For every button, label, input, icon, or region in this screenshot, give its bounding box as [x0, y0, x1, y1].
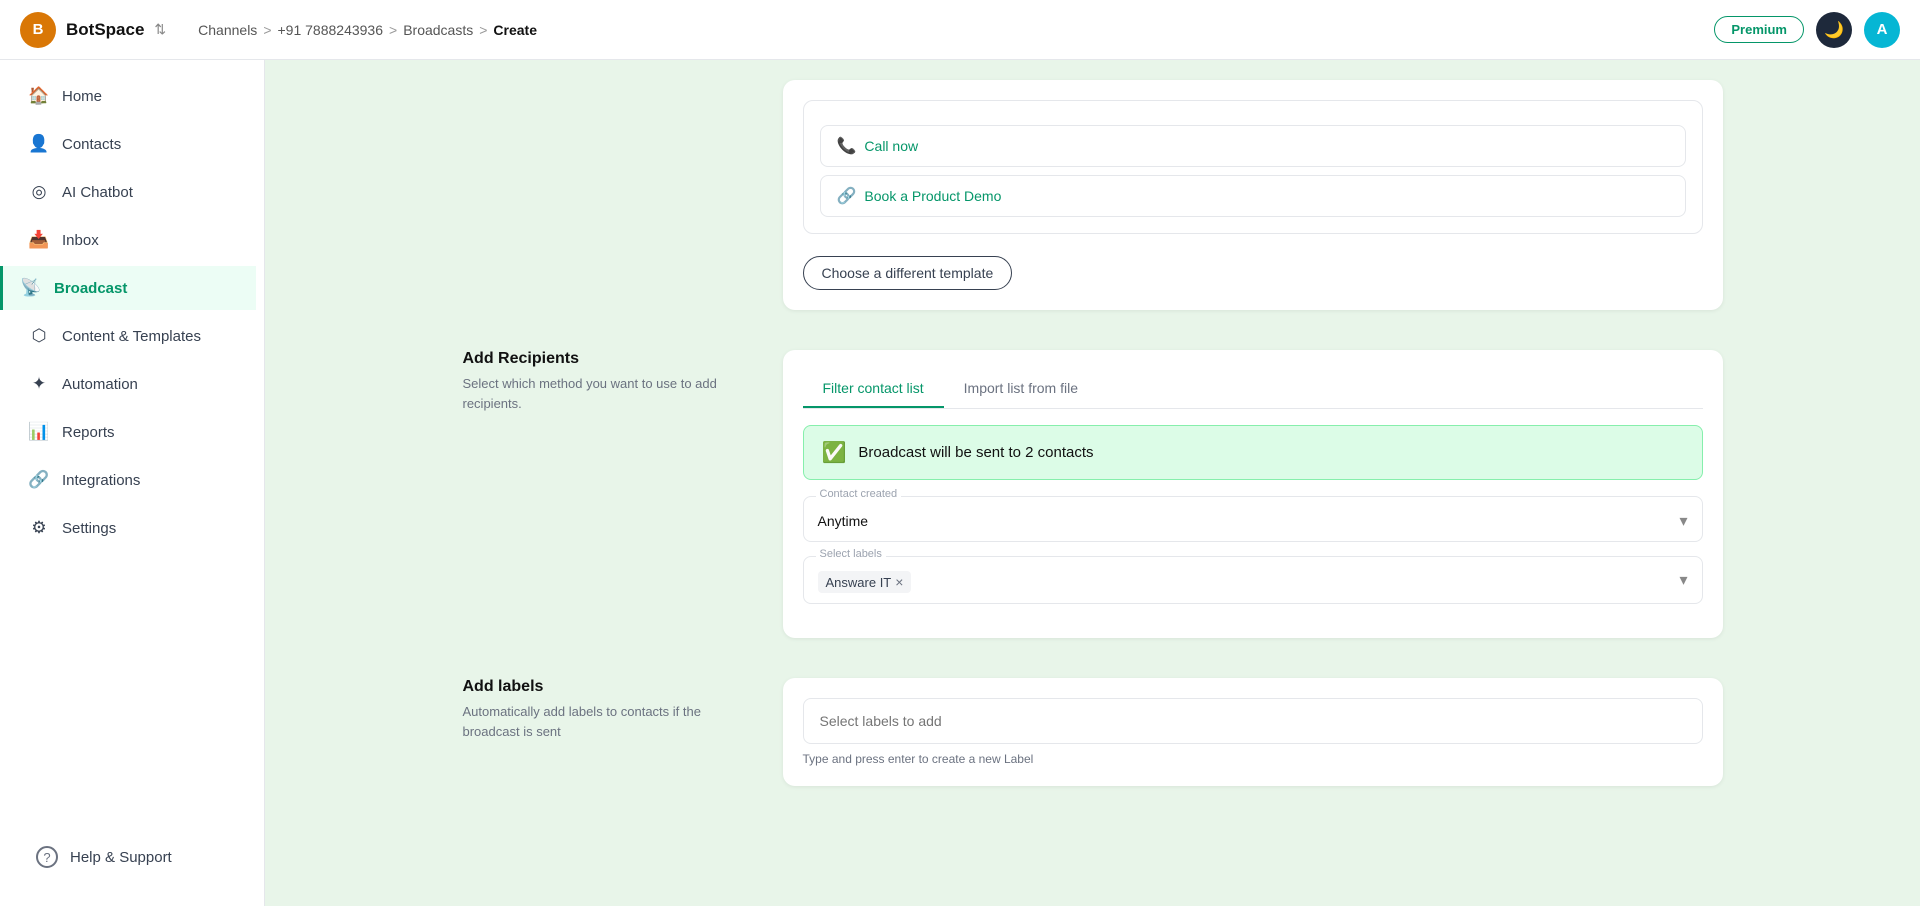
broadcast-alert: ✅ Broadcast will be sent to 2 contacts	[803, 425, 1703, 480]
sidebar-item-reports[interactable]: 📊 Reports	[8, 410, 256, 454]
sort-icon[interactable]: ⇅	[154, 21, 166, 38]
recipients-panel: Filter contact list Import list from fil…	[783, 350, 1723, 638]
sidebar-item-settings[interactable]: ⚙ Settings	[8, 506, 256, 550]
sidebar-label-content-templates: Content & Templates	[62, 328, 201, 345]
chevron-down-icon: ▾	[1679, 511, 1687, 531]
labels-section-row: Add labels Automatically add labels to c…	[463, 678, 1723, 786]
sidebar-item-contacts[interactable]: 👤 Contacts	[8, 122, 256, 166]
page-content: 📞 Call now 🔗 Book a Product Demo Choose …	[423, 60, 1763, 846]
sidebar-item-inbox[interactable]: 📥 Inbox	[8, 218, 256, 262]
moon-icon: 🌙	[1824, 20, 1844, 40]
recipients-title: Add Recipients	[463, 350, 743, 368]
book-demo-label: Book a Product Demo	[864, 188, 1001, 204]
sidebar-label-integrations: Integrations	[62, 472, 140, 489]
sidebar-item-content-templates[interactable]: ⬡ Content & Templates	[8, 314, 256, 358]
home-icon: 🏠	[28, 86, 50, 106]
sidebar-label-broadcast: Broadcast	[54, 280, 127, 297]
sidebar-label-inbox: Inbox	[62, 232, 99, 249]
check-circle-icon: ✅	[822, 440, 847, 465]
call-now-button[interactable]: 📞 Call now	[820, 125, 1686, 167]
content-templates-icon: ⬡	[28, 326, 50, 346]
recipients-section-left: Add Recipients Select which method you w…	[463, 350, 743, 413]
tab-filter-contact[interactable]: Filter contact list	[803, 370, 944, 408]
sidebar-item-integrations[interactable]: 🔗 Integrations	[8, 458, 256, 502]
labels-panel: Type and press enter to create a new Lab…	[783, 678, 1723, 786]
sidebar-item-help[interactable]: ? Help & Support	[16, 834, 248, 880]
breadcrumb-sep3: >	[479, 22, 487, 38]
contact-created-value: Anytime	[818, 513, 869, 529]
broadcast-alert-text: Broadcast will be sent to 2 contacts	[858, 444, 1093, 461]
select-labels-row[interactable]: Answare IT × ▾	[818, 571, 1688, 593]
broadcast-icon: 📡	[20, 278, 42, 298]
breadcrumb-sep1: >	[263, 22, 271, 38]
chevron-down-labels-icon: ▾	[1679, 570, 1687, 590]
app-name: BotSpace	[66, 20, 144, 40]
contact-created-label: Contact created	[816, 488, 902, 500]
integrations-icon: 🔗	[28, 470, 50, 490]
inbox-icon: 📥	[28, 230, 50, 250]
sidebar-item-home[interactable]: 🏠 Home	[8, 74, 256, 118]
topbar: B BotSpace ⇅ Channels > +91 7888243936 >…	[0, 0, 1920, 60]
labels-hint: Type and press enter to create a new Lab…	[803, 752, 1703, 766]
topbar-right: Premium 🌙 A	[1714, 12, 1900, 48]
link-icon: 🔗	[837, 186, 857, 206]
breadcrumb-phone[interactable]: +91 7888243936	[278, 22, 384, 38]
recipients-tabs: Filter contact list Import list from fil…	[803, 370, 1703, 409]
template-card-panel: 📞 Call now 🔗 Book a Product Demo Choose …	[783, 80, 1723, 310]
sidebar-label-home: Home	[62, 88, 102, 105]
select-labels-label: Select labels	[816, 548, 886, 560]
contacts-icon: 👤	[28, 134, 50, 154]
logo-area: B BotSpace ⇅	[20, 12, 166, 48]
sidebar-bottom: ? Help & Support	[0, 820, 264, 894]
automation-icon: ✦	[28, 374, 50, 394]
help-icon: ?	[36, 846, 58, 868]
main-layout: 🏠 Home 👤 Contacts ◎ AI Chatbot 📥 Inbox 📡…	[0, 60, 1920, 906]
avatar-letter: A	[1877, 21, 1888, 38]
contact-created-field-group: Contact created Anytime ▾	[803, 496, 1703, 542]
sidebar-item-automation[interactable]: ✦ Automation	[8, 362, 256, 406]
content-area: 📞 Call now 🔗 Book a Product Demo Choose …	[265, 60, 1920, 906]
breadcrumb-create: Create	[493, 22, 537, 38]
breadcrumb-sep2: >	[389, 22, 397, 38]
label-tag-text: Answare IT	[826, 575, 892, 590]
sidebar-label-settings: Settings	[62, 520, 116, 537]
settings-icon: ⚙	[28, 518, 50, 538]
breadcrumb-broadcasts[interactable]: Broadcasts	[403, 22, 473, 38]
sidebar-label-contacts: Contacts	[62, 136, 121, 153]
recipients-desc: Select which method you want to use to a…	[463, 374, 743, 413]
logo-letter: B	[33, 21, 44, 38]
contact-created-select-row[interactable]: Anytime ▾	[818, 511, 1688, 531]
labels-input[interactable]	[803, 698, 1703, 744]
breadcrumb-channels[interactable]: Channels	[198, 22, 257, 38]
label-tag-answare-it: Answare IT ×	[818, 571, 912, 593]
template-action-row: 📞 Call now 🔗 Book a Product Demo	[820, 125, 1686, 217]
labels-desc: Automatically add labels to contacts if …	[463, 702, 743, 741]
premium-button[interactable]: Premium	[1714, 16, 1804, 43]
tab-import-list[interactable]: Import list from file	[944, 370, 1098, 408]
sidebar-label-help: Help & Support	[70, 849, 172, 866]
sidebar-item-broadcast[interactable]: 📡 Broadcast	[0, 266, 256, 310]
recipients-section-row: Add Recipients Select which method you w…	[463, 350, 1723, 638]
logo-circle: B	[20, 12, 56, 48]
sidebar-label-automation: Automation	[62, 376, 138, 393]
phone-icon: 📞	[837, 136, 857, 156]
choose-template-button[interactable]: Choose a different template	[803, 256, 1013, 290]
reports-icon: 📊	[28, 422, 50, 442]
sidebar-item-ai-chatbot[interactable]: ◎ AI Chatbot	[8, 170, 256, 214]
call-now-label: Call now	[864, 138, 918, 154]
sidebar: 🏠 Home 👤 Contacts ◎ AI Chatbot 📥 Inbox 📡…	[0, 60, 265, 906]
dark-mode-toggle[interactable]: 🌙	[1816, 12, 1852, 48]
template-section-row: 📞 Call now 🔗 Book a Product Demo Choose …	[463, 80, 1723, 310]
book-demo-button[interactable]: 🔗 Book a Product Demo	[820, 175, 1686, 217]
avatar[interactable]: A	[1864, 12, 1900, 48]
sidebar-label-ai-chatbot: AI Chatbot	[62, 184, 133, 201]
breadcrumb: Channels > +91 7888243936 > Broadcasts >…	[198, 22, 537, 38]
select-labels-field-group: Select labels Answare IT × ▾	[803, 556, 1703, 604]
labels-section-left: Add labels Automatically add labels to c…	[463, 678, 743, 741]
template-card: 📞 Call now 🔗 Book a Product Demo	[803, 100, 1703, 234]
labels-title: Add labels	[463, 678, 743, 696]
remove-label-icon[interactable]: ×	[895, 574, 903, 590]
ai-chatbot-icon: ◎	[28, 182, 50, 202]
sidebar-label-reports: Reports	[62, 424, 115, 441]
